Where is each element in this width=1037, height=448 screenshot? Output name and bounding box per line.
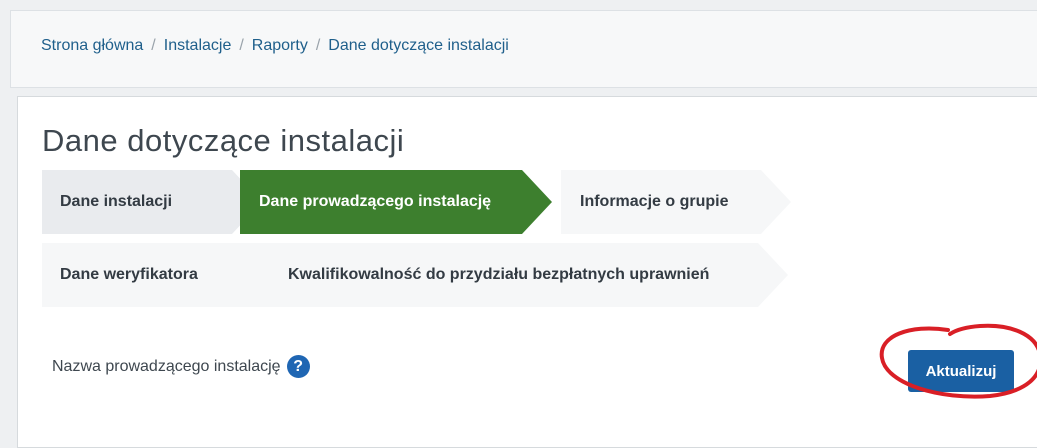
breadcrumb-installations[interactable]: Instalacje <box>164 37 232 54</box>
main-panel: Dane dotyczące instalacji Dane instalacj… <box>17 96 1037 448</box>
step-label: Dane weryfikatora <box>60 266 198 283</box>
breadcrumb: Strona główna / Instalacje / Raporty / Dane do… <box>41 37 509 55</box>
step-tab-kwalifikowalnosc[interactable]: Kwalifikowalność do przydziału bezpłatny… <box>270 243 788 307</box>
update-button[interactable]: Aktualizuj <box>908 350 1014 392</box>
breadcrumb-reports[interactable]: Raporty <box>252 37 308 54</box>
operator-name-label: Nazwa prowadzącego instalację <box>52 357 281 375</box>
operator-name-field: Nazwa prowadzącego instalację ? <box>52 355 310 378</box>
step-label: Dane prowadzącego instalację <box>259 193 492 210</box>
step-label: Dane instalacji <box>60 193 173 210</box>
step-tab-dane-prowadzacego[interactable]: Dane prowadzącego instalację <box>240 170 552 234</box>
step-tab-dane-instalacji[interactable]: Dane instalacji <box>42 170 262 234</box>
step-tab-dane-weryfikatora[interactable]: Dane weryfikatora <box>42 243 304 307</box>
step-tab-informacje-o-grupie[interactable]: Informacje o grupie <box>561 170 791 234</box>
breadcrumb-separator: / <box>239 37 244 54</box>
step-label: Informacje o grupie <box>580 193 729 210</box>
breadcrumb-current[interactable]: Dane dotyczące instalacji <box>328 37 509 54</box>
question-circle-icon[interactable]: ? <box>286 355 310 378</box>
breadcrumb-separator: / <box>151 37 156 54</box>
page-title: Dane dotyczące instalacji <box>42 123 405 158</box>
breadcrumb-home[interactable]: Strona główna <box>41 37 143 54</box>
breadcrumb-container: Strona główna / Instalacje / Raporty / Dane do… <box>10 10 1037 88</box>
step-label: Kwalifikowalność do przydziału bezpłatny… <box>288 266 710 283</box>
breadcrumb-separator: / <box>315 37 321 54</box>
